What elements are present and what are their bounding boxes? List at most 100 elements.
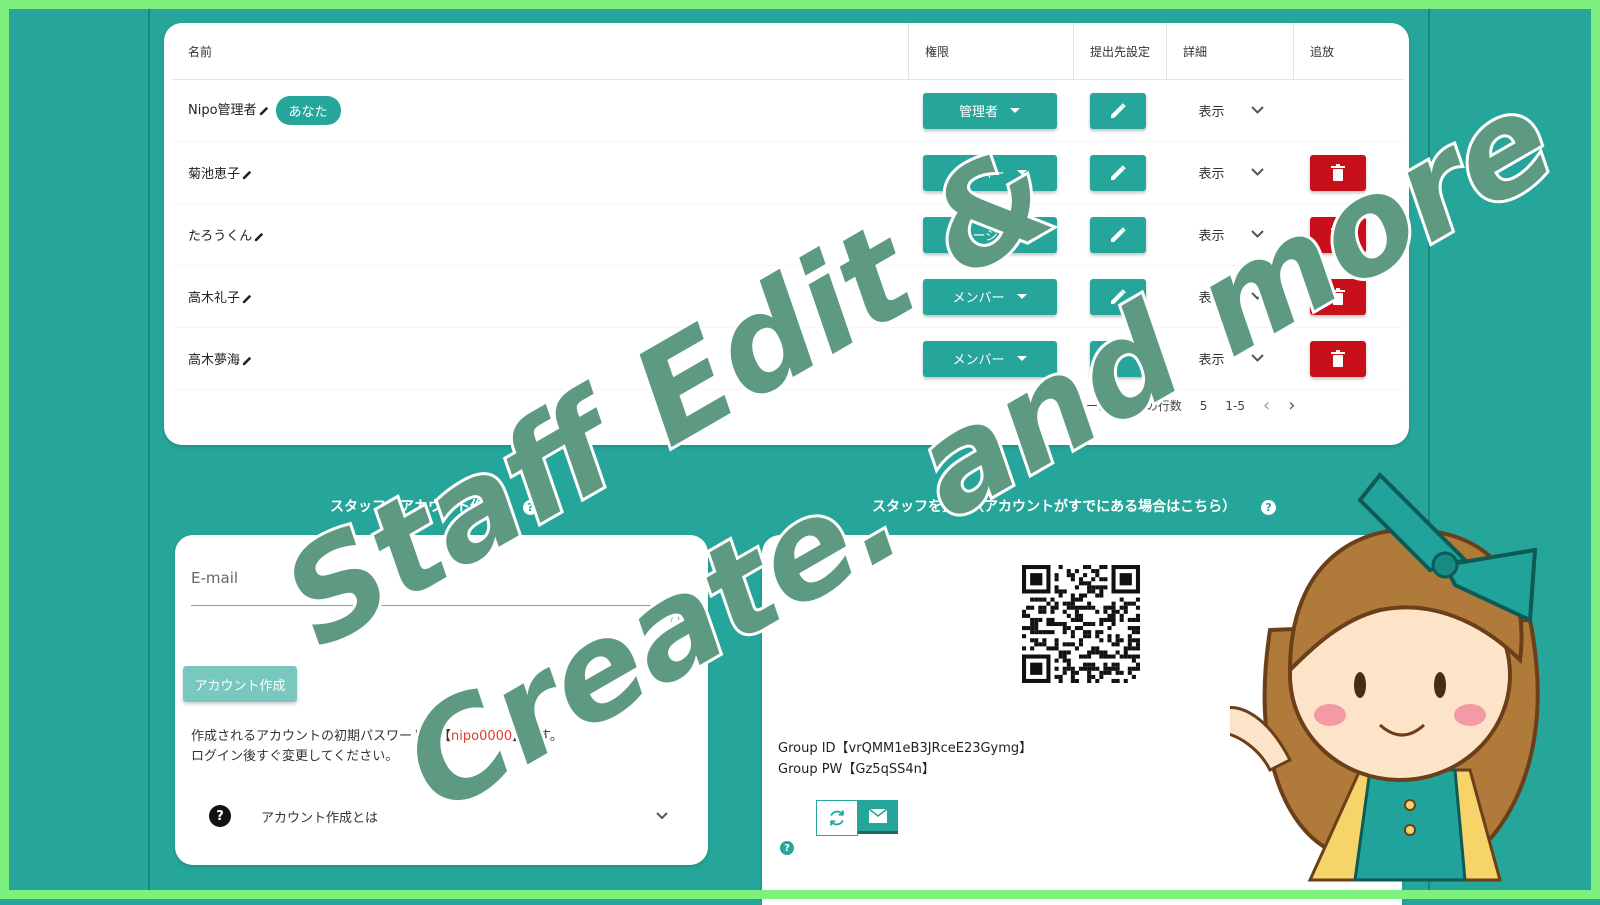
- qr-module: [1103, 609, 1108, 614]
- staff-name: 高木礼子: [188, 291, 241, 306]
- qr-module: [1074, 569, 1079, 574]
- qr-code: [1022, 565, 1140, 683]
- qr-module: [1087, 670, 1092, 675]
- edit-submission-button[interactable]: [1089, 340, 1146, 377]
- caret-down-icon: [1022, 232, 1033, 237]
- delete-button[interactable]: [1309, 154, 1366, 191]
- qr-module: [1127, 646, 1132, 651]
- qr-module: [1062, 621, 1067, 627]
- edit-submission-button[interactable]: [1089, 278, 1146, 315]
- detail-toggle[interactable]: 表示: [1199, 287, 1264, 306]
- qr-module: [1058, 650, 1063, 655]
- edit-submission-button[interactable]: [1089, 92, 1146, 129]
- qr-module: [1066, 658, 1071, 663]
- help-icon[interactable]: ?: [780, 841, 794, 855]
- pencil-icon[interactable]: [242, 355, 253, 366]
- invite-title: スタッフを招待（アカウントがすでにある場合はこちら） ?: [872, 496, 1277, 516]
- qr-module: [1087, 650, 1092, 655]
- qr-module: [1083, 581, 1088, 586]
- qr-module: [1042, 609, 1047, 614]
- qr-module: [1099, 617, 1104, 622]
- delete-button[interactable]: [1309, 216, 1366, 253]
- qr-module: [1083, 666, 1088, 671]
- role-dropdown[interactable]: メンバー: [922, 340, 1057, 377]
- qr-module: [1087, 601, 1092, 606]
- qr-module: [1038, 605, 1043, 610]
- qr-module: [1034, 617, 1039, 622]
- delete-button[interactable]: [1309, 340, 1366, 377]
- qr-module: [1119, 654, 1124, 659]
- role-cell: メンバー: [908, 327, 1074, 390]
- detail-toggle[interactable]: 表示: [1199, 225, 1264, 244]
- role-dropdown[interactable]: メンバー: [922, 278, 1057, 315]
- qr-module: [1127, 617, 1132, 622]
- table-row: Nipo管理者 あなた 管理者 表示: [172, 79, 1404, 142]
- role-dropdown[interactable]: メンバー: [922, 154, 1057, 191]
- pencil-icon[interactable]: [242, 169, 253, 180]
- trash-icon: [1330, 349, 1345, 367]
- qr-module: [1103, 654, 1108, 659]
- create-account-button[interactable]: アカウント作成: [183, 666, 297, 702]
- qr-module: [1078, 597, 1084, 602]
- qr-module: [1095, 585, 1100, 590]
- qr-module: [1123, 605, 1128, 610]
- qr-module: [1030, 638, 1035, 643]
- faq-expander[interactable]: ? アカウント作成とは: [209, 805, 669, 827]
- refresh-button[interactable]: [816, 800, 858, 836]
- qr-module: [1030, 597, 1035, 602]
- role-dropdown[interactable]: 管理者: [922, 92, 1057, 129]
- qr-module: [1046, 630, 1051, 635]
- rows-per-page-select[interactable]: 5: [1200, 399, 1208, 413]
- qr-module: [1111, 601, 1116, 606]
- next-page-icon[interactable]: ›: [1288, 395, 1295, 416]
- pencil-icon[interactable]: [254, 231, 265, 242]
- qr-module: [1042, 642, 1047, 647]
- delete-button[interactable]: [1309, 278, 1366, 315]
- remove-cell: [1293, 265, 1404, 328]
- group-pw: Group PW【Gz5qSS4n】: [778, 762, 935, 777]
- qr-module: [1123, 646, 1128, 651]
- pencil-icon[interactable]: [242, 293, 253, 304]
- qr-module: [1087, 666, 1092, 671]
- detail-toggle[interactable]: 表示: [1199, 101, 1264, 120]
- qr-module: [1091, 605, 1096, 610]
- qr-module: [1050, 617, 1055, 622]
- role-label: 管理者: [958, 105, 998, 120]
- qr-module: [1099, 593, 1104, 598]
- email-invite-button[interactable]: [858, 800, 898, 834]
- qr-module: [1034, 630, 1039, 635]
- qr-module: [1135, 662, 1140, 667]
- qr-module: [1070, 642, 1075, 647]
- role-dropdown[interactable]: マネージャ: [922, 216, 1057, 253]
- qr-module: [1103, 605, 1108, 610]
- qr-module: [1083, 662, 1088, 667]
- detail-toggle[interactable]: 表示: [1199, 349, 1264, 368]
- role-cell: 管理者: [908, 79, 1074, 142]
- pencil-icon[interactable]: [259, 105, 270, 116]
- qr-module: [1131, 626, 1136, 631]
- initial-password: nipo0000: [451, 729, 513, 744]
- qr-module: [1095, 609, 1100, 614]
- header-remove: 追放: [1293, 23, 1404, 80]
- qr-module: [1034, 626, 1039, 631]
- remove-cell: [1293, 79, 1404, 142]
- email-field[interactable]: E-mail: [191, 569, 238, 587]
- qr-module: [1127, 638, 1132, 643]
- qr-module: [1131, 674, 1136, 679]
- detail-label: 表示: [1198, 229, 1225, 244]
- qr-module: [1062, 650, 1067, 655]
- table-header-row: 名前 権限 提出先設定 詳細 追放: [172, 23, 1404, 80]
- prev-page-icon[interactable]: ‹: [1263, 395, 1270, 416]
- qr-module: [1103, 585, 1108, 590]
- create-account-title-text: スタッフのアカウント作成: [330, 499, 498, 515]
- qr-module: [1099, 589, 1104, 594]
- help-icon[interactable]: ?: [522, 499, 538, 515]
- qr-module: [1087, 565, 1092, 570]
- qr-module: [1062, 609, 1067, 614]
- qr-module: [1070, 617, 1075, 622]
- edit-submission-button[interactable]: [1089, 216, 1146, 253]
- detail-toggle[interactable]: 表示: [1199, 163, 1264, 182]
- invite-title-text: スタッフを招待（アカウントがすでにある場合はこちら）: [872, 499, 1237, 515]
- edit-submission-button[interactable]: [1089, 154, 1146, 191]
- qr-module: [1135, 666, 1140, 671]
